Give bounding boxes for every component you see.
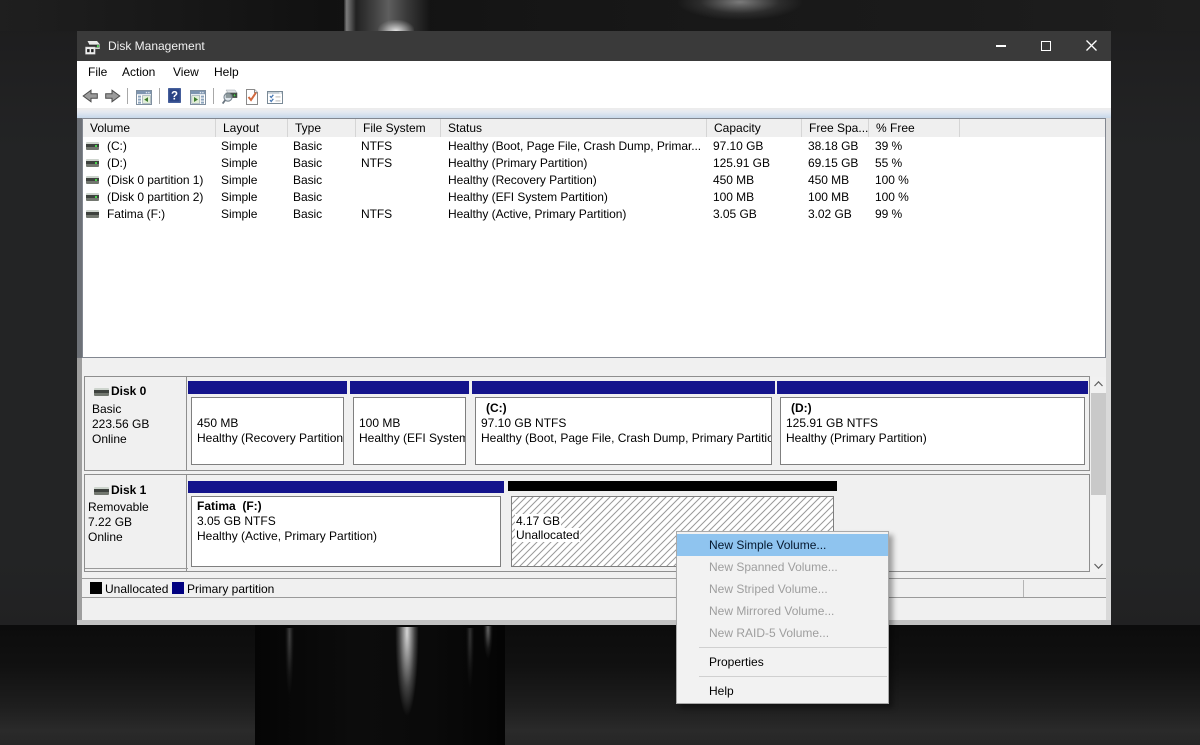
svg-text:?: ?	[171, 91, 178, 103]
